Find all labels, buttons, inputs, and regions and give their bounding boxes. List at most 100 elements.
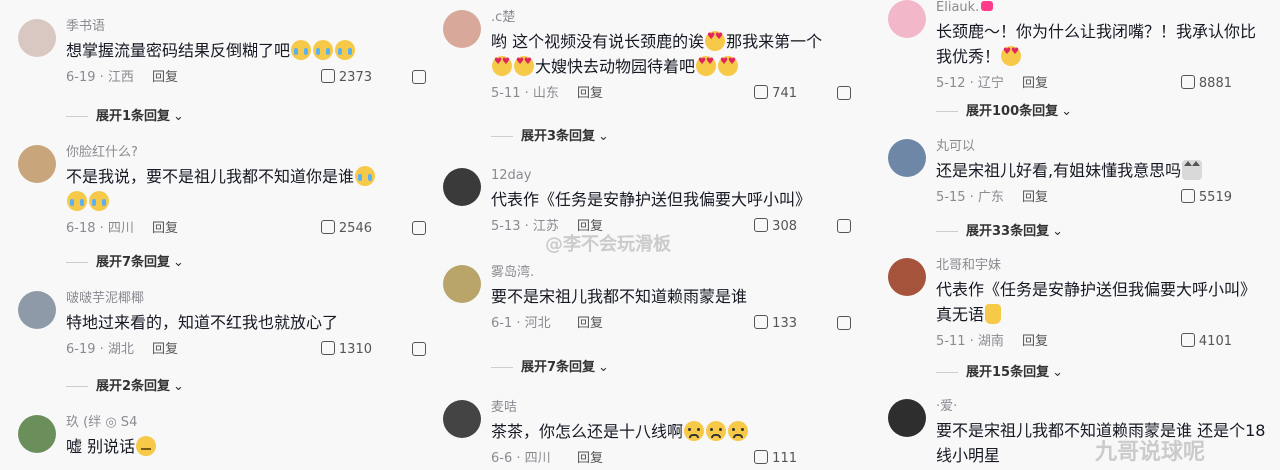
expand-replies-button[interactable]: 展开7条回复 ⌄	[66, 252, 446, 274]
like-button[interactable]: 4101	[1180, 331, 1232, 353]
avatar[interactable]	[888, 399, 926, 437]
avatar[interactable]	[443, 400, 481, 438]
reply-button[interactable]: 回复	[1022, 331, 1048, 353]
username[interactable]: 雾岛湾.	[491, 265, 863, 281]
thumbs-down-icon[interactable]	[412, 221, 426, 235]
reply-button[interactable]: 回复	[152, 218, 178, 240]
thumbs-down-icon[interactable]	[837, 316, 851, 330]
sad-emoji-icon	[706, 421, 727, 441]
expand-replies-button[interactable]: 展开100条回复 ⌄	[936, 101, 1266, 123]
username[interactable]: 12day	[491, 168, 863, 184]
expand-replies-button[interactable]: 展开15条回复 ⌄	[936, 362, 1266, 384]
thumbs-up-icon	[320, 341, 335, 355]
avatar[interactable]	[443, 10, 481, 48]
expand-replies-button[interactable]: 展开3条回复 ⌄	[491, 126, 871, 148]
thumbs-up-icon	[1180, 333, 1195, 347]
like-count: 4101	[1198, 334, 1232, 349]
comment-meta: 5-11 · 山东 回复 741	[491, 83, 863, 105]
crying-emoji-icon	[291, 40, 312, 60]
comment-date: 6-19	[66, 70, 96, 85]
avatar[interactable]	[888, 139, 926, 177]
avatar[interactable]	[18, 291, 56, 329]
reply-button[interactable]: 回复	[577, 313, 603, 335]
like-button[interactable]: 741	[754, 83, 797, 105]
comment-region: 湖南	[977, 334, 1004, 349]
thumbs-down-icon[interactable]	[412, 342, 426, 356]
avatar[interactable]	[888, 0, 926, 38]
expand-replies-button[interactable]: 展开7条回复 ⌄	[491, 357, 871, 379]
username[interactable]: 玖 (绊 ◎ S4	[66, 415, 438, 431]
chevron-down-icon: ⌄	[1061, 104, 1073, 119]
username[interactable]: 北哥和宇妹	[936, 258, 1276, 274]
like-button[interactable]: 308	[754, 216, 797, 238]
like-button[interactable]: 133	[754, 313, 797, 335]
like-button[interactable]: 1310	[320, 339, 372, 361]
like-count: 741	[772, 86, 797, 101]
thumbs-up-icon	[1180, 75, 1195, 89]
comment-date: 5-11	[491, 86, 521, 101]
crying-emoji-icon	[89, 191, 109, 211]
comment-meta: 6-19 · 江西 回复 2373	[66, 67, 438, 89]
avatar[interactable]	[443, 265, 481, 303]
expand-replies-button[interactable]: 展开2条回复 ⌄	[66, 376, 446, 398]
heart-eyes-emoji-icon	[705, 31, 726, 51]
avatar[interactable]	[18, 19, 56, 57]
thumbs-down-icon[interactable]	[837, 219, 851, 233]
expand-replies-button[interactable]: 展开33条回复 ⌄	[936, 221, 1266, 243]
watermark-bottom-right: 九哥说球呢	[1095, 440, 1206, 465]
username[interactable]: 啵啵芋泥椰椰	[66, 291, 438, 307]
like-button[interactable]: 2546	[320, 218, 372, 240]
comment-meta: 6-6 · 四川 回复 111	[491, 448, 863, 470]
chevron-down-icon: ⌄	[173, 109, 184, 124]
avatar[interactable]	[18, 415, 56, 453]
username[interactable]: Eliauk.	[936, 0, 1276, 16]
avatar[interactable]	[888, 258, 926, 296]
like-count: 2546	[338, 221, 372, 236]
comment-region: 山东	[532, 86, 559, 101]
like-button[interactable]: 5519	[1180, 187, 1232, 209]
comment-text: 要不是宋祖儿我都不知道赖雨蒙是谁	[491, 287, 748, 306]
username[interactable]: .c楚	[491, 10, 863, 26]
username[interactable]: ·爱·	[936, 399, 1276, 415]
divider	[491, 367, 513, 368]
like-count: 5519	[1198, 190, 1232, 205]
reply-button[interactable]: 回复	[577, 448, 603, 470]
like-count: 1310	[338, 342, 372, 357]
comment-text: 哟 这个视频没有说长颈鹿的诶那我来第一个大嫂快去动物园待着吧	[491, 29, 863, 79]
divider	[66, 262, 88, 263]
like-button[interactable]: 2373	[320, 67, 372, 89]
comment-text: 代表作《任务是安静护送但我偏要大呼小叫》 真无语	[936, 280, 1257, 324]
thumbs-up-icon	[320, 69, 335, 83]
like-count: 308	[772, 219, 797, 234]
reply-button[interactable]: 回复	[152, 67, 178, 89]
expand-replies-button[interactable]: 展开1条回复 ⌄	[66, 106, 446, 128]
comment-region: 四川	[107, 221, 134, 236]
comment-date: 6-6	[491, 451, 513, 466]
comment-date: 5-12	[936, 76, 966, 91]
chevron-down-icon: ⌄	[598, 129, 609, 144]
comment-text: 想掌握流量密码结果反倒糊了吧	[66, 38, 438, 63]
like-button[interactable]: 8881	[1180, 73, 1232, 95]
thumbs-down-icon[interactable]	[412, 70, 426, 84]
username[interactable]: 你脸红什么?	[66, 145, 438, 161]
sad-emoji-icon	[728, 421, 749, 441]
like-button[interactable]: 111	[754, 448, 797, 470]
comment-region: 辽宁	[977, 76, 1004, 91]
avatar[interactable]	[443, 168, 481, 206]
reply-button[interactable]: 回复	[152, 339, 178, 361]
username[interactable]: 丸可以	[936, 139, 1276, 155]
thumbs-down-icon[interactable]	[837, 86, 851, 100]
comment-region: 河北	[524, 316, 551, 331]
thumbs-up-icon	[754, 85, 769, 99]
avatar[interactable]	[18, 145, 56, 183]
comment-text: 还是宋祖儿好看,有姐妹懂我意思吗	[936, 158, 1276, 183]
reply-button[interactable]: 回复	[1022, 187, 1048, 209]
thumbs-up-icon	[754, 450, 769, 464]
chevron-down-icon: ⌄	[598, 360, 609, 375]
thumbs-up-icon	[320, 220, 335, 234]
username[interactable]: 麦咭	[491, 400, 863, 416]
reply-button[interactable]: 回复	[577, 83, 603, 105]
username[interactable]: 季书语	[66, 19, 438, 35]
comment-region: 四川	[524, 451, 551, 466]
reply-button[interactable]: 回复	[1022, 73, 1048, 95]
